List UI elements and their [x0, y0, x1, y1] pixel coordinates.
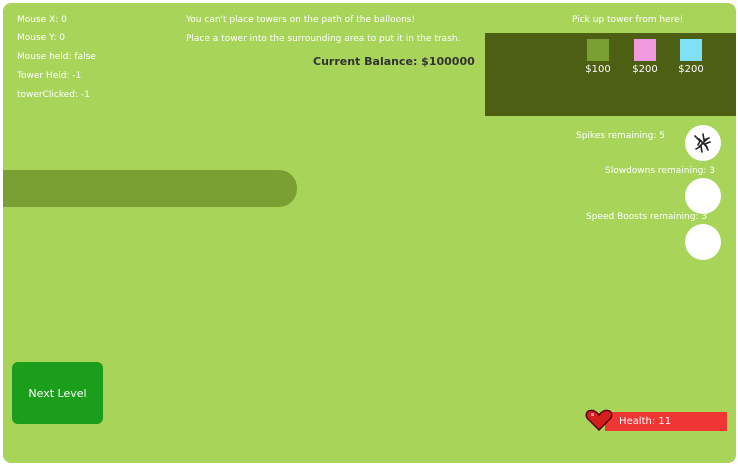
game-canvas[interactable]: Mouse X: 0 Mouse Y: 0 Mouse held: false …	[3, 3, 736, 463]
heart-icon	[585, 409, 613, 432]
tower-price: $200	[632, 64, 658, 75]
debug-tower-held: Tower Held: -1	[17, 71, 82, 81]
speed-boosts-remaining: Speed Boosts remaining: 3	[586, 212, 708, 222]
current-balance: Current Balance: $100000	[313, 55, 475, 68]
shop-tower-cyan[interactable]: $200	[676, 39, 706, 75]
debug-mouse-held: Mouse held: false	[17, 52, 96, 62]
spikes-icon	[694, 133, 711, 153]
spikes-button[interactable]	[685, 125, 721, 161]
slowdowns-remaining: Slowdowns remaining: 3	[605, 166, 715, 176]
debug-mouse-y: Mouse Y: 0	[17, 33, 65, 43]
tower-swatch	[587, 39, 609, 61]
shop-tower-basic[interactable]: $100	[583, 39, 613, 75]
speed-boost-button[interactable]	[685, 224, 721, 260]
tower-swatch	[634, 39, 656, 61]
tower-swatch	[680, 39, 702, 61]
shop-title: Pick up tower from here!	[572, 15, 684, 25]
slowdown-button[interactable]	[685, 178, 721, 214]
shop-tower-pink[interactable]: $200	[630, 39, 660, 75]
spikes-remaining: Spikes remaining: 5	[576, 131, 665, 141]
notice-path-warning: You can't place towers on the path of th…	[186, 15, 416, 25]
tower-price: $200	[678, 64, 704, 75]
notice-trash-hint: Place a tower into the surrounding area …	[186, 34, 461, 44]
next-level-button[interactable]: Next Level	[12, 362, 103, 424]
balloon-path	[3, 170, 297, 207]
tower-shop: $100 $200 $200	[485, 33, 736, 116]
debug-mouse-x: Mouse X: 0	[17, 15, 67, 25]
health-label: Health: 11	[619, 416, 672, 427]
debug-tower-clicked: towerClicked: -1	[17, 90, 90, 100]
tower-price: $100	[585, 64, 611, 75]
